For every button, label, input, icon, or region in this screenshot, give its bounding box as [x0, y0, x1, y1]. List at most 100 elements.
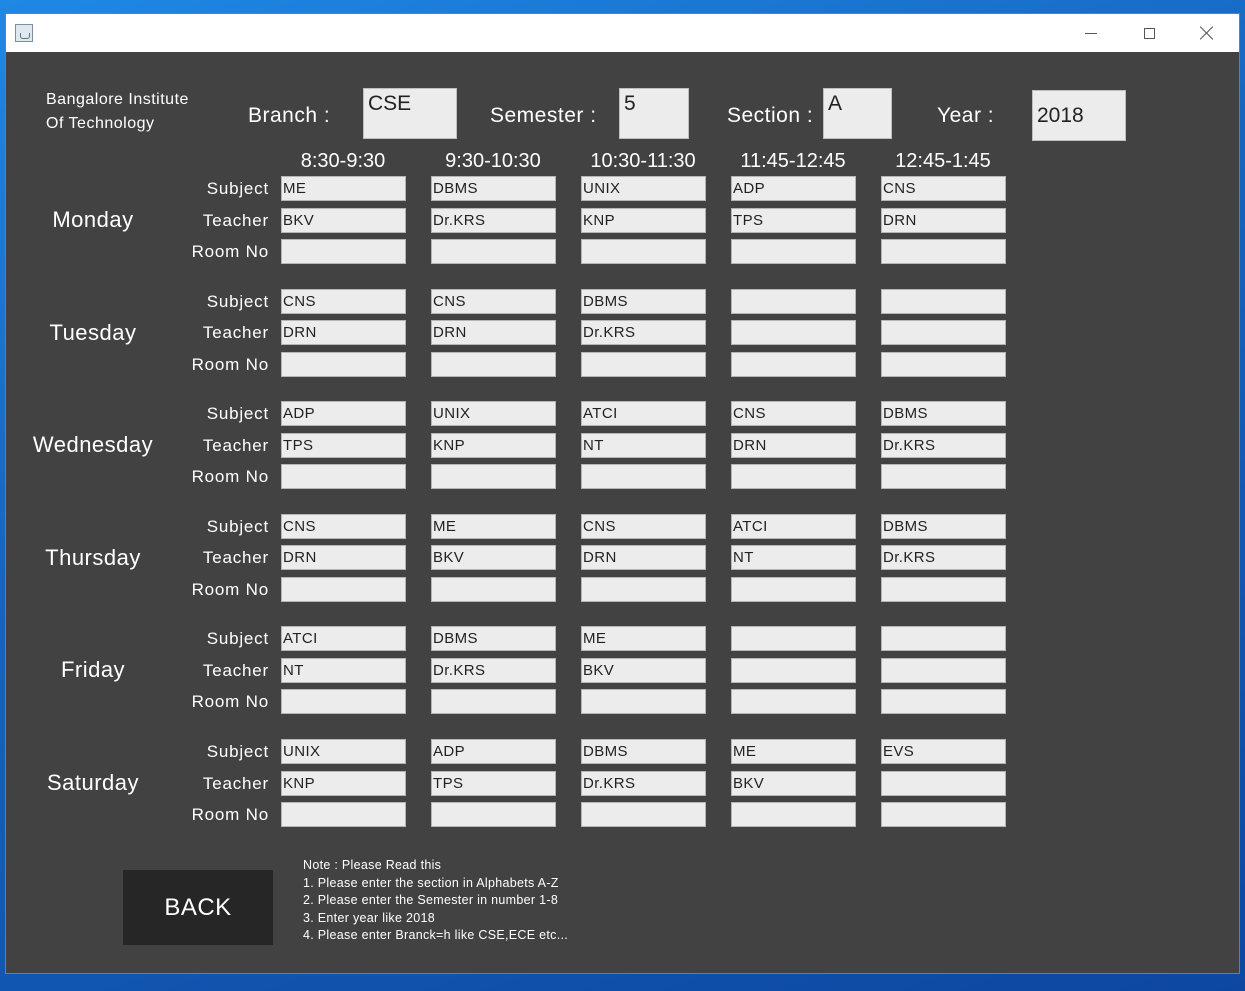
year-field[interactable]: 2018 [1032, 90, 1126, 141]
saturday-subject-field-3[interactable]: DBMS [581, 739, 706, 764]
friday-subject-field-5[interactable] [881, 626, 1006, 652]
monday-subject-field-4[interactable]: ADP [731, 176, 856, 201]
saturday-subject-field-1[interactable]: UNIX [281, 739, 406, 764]
monday-room-field-1[interactable] [281, 239, 406, 264]
wednesday-subject-field-2[interactable]: UNIX [431, 401, 556, 427]
wednesday-room-field-3[interactable] [581, 464, 706, 490]
thursday-room-field-4[interactable] [731, 576, 856, 602]
thursday-teacher-field-4[interactable]: NT [731, 545, 856, 571]
friday-room-field-5[interactable] [881, 689, 1006, 715]
thursday-teacher-field-3[interactable]: DRN [581, 545, 706, 571]
wednesday-teacher-field-5[interactable]: Dr.KRS [881, 432, 1006, 458]
friday-subject-field-1[interactable]: ATCI [281, 626, 406, 652]
thursday-teacher-field-5[interactable]: Dr.KRS [881, 545, 1006, 571]
tuesday-subject-field-3[interactable]: DBMS [581, 288, 706, 314]
saturday-teacher-field-5[interactable] [881, 770, 1006, 796]
wednesday-subject-field-5[interactable]: DBMS [881, 401, 1006, 427]
thursday-room-field-1[interactable] [281, 576, 406, 602]
monday-teacher-field-4[interactable]: TPS [731, 207, 856, 233]
wednesday-room-field-2[interactable] [431, 464, 556, 490]
saturday-subject-field-2[interactable]: ADP [431, 739, 556, 764]
day-label-thursday: Thursday [45, 544, 141, 570]
tuesday-room-field-2[interactable] [431, 351, 556, 377]
friday-teacher-field-4[interactable] [731, 657, 856, 683]
wednesday-subject-field-4[interactable]: CNS [731, 401, 856, 427]
monday-subject-field-2[interactable]: DBMS [431, 176, 556, 201]
monday-teacher-field-5[interactable]: DRN [881, 207, 1006, 233]
tuesday-teacher-field-3[interactable]: Dr.KRS [581, 320, 706, 346]
friday-teacher-field-3[interactable]: BKV [581, 657, 706, 683]
saturday-room-field-5[interactable] [881, 802, 1006, 827]
wednesday-teacher-field-4[interactable]: DRN [731, 432, 856, 458]
friday-subject-field-3[interactable]: ME [581, 626, 706, 652]
wednesday-teacher-field-2[interactable]: KNP [431, 432, 556, 458]
thursday-teacher-field-2[interactable]: BKV [431, 545, 556, 571]
thursday-room-field-2[interactable] [431, 576, 556, 602]
saturday-room-field-1[interactable] [281, 802, 406, 827]
friday-room-field-2[interactable] [431, 689, 556, 715]
wednesday-subject-field-3[interactable]: ATCI [581, 401, 706, 427]
wednesday-teacher-field-3[interactable]: NT [581, 432, 706, 458]
wednesday-room-field-1[interactable] [281, 464, 406, 490]
monday-room-field-2[interactable] [431, 239, 556, 264]
friday-room-field-3[interactable] [581, 689, 706, 715]
monday-room-field-5[interactable] [881, 239, 1006, 264]
monday-subject-field-1[interactable]: ME [281, 176, 406, 201]
saturday-teacher-field-2[interactable]: TPS [431, 770, 556, 796]
wednesday-subject-field-1[interactable]: ADP [281, 401, 406, 427]
tuesday-teacher-field-4[interactable] [731, 320, 856, 346]
thursday-room-field-3[interactable] [581, 576, 706, 602]
tuesday-teacher-field-1[interactable]: DRN [281, 320, 406, 346]
saturday-teacher-field-4[interactable]: BKV [731, 770, 856, 796]
saturday-teacher-field-1[interactable]: KNP [281, 770, 406, 796]
wednesday-room-field-4[interactable] [731, 464, 856, 490]
friday-teacher-field-1[interactable]: NT [281, 657, 406, 683]
tuesday-subject-field-2[interactable]: CNS [431, 288, 556, 314]
tuesday-room-field-3[interactable] [581, 351, 706, 377]
tuesday-subject-field-4[interactable] [731, 288, 856, 314]
saturday-subject-field-4[interactable]: ME [731, 739, 856, 764]
monday-room-field-3[interactable] [581, 239, 706, 264]
thursday-room-field-5[interactable] [881, 576, 1006, 602]
friday-room-field-1[interactable] [281, 689, 406, 715]
saturday-subject-field-5[interactable]: EVS [881, 739, 1006, 764]
tuesday-room-field-4[interactable] [731, 351, 856, 377]
institute-name: Bangalore Institute Of Technology [46, 91, 189, 132]
thursday-subject-field-5[interactable]: DBMS [881, 513, 1006, 539]
back-button[interactable]: BACK [123, 870, 273, 945]
friday-subject-field-2[interactable]: DBMS [431, 626, 556, 652]
tuesday-room-field-5[interactable] [881, 351, 1006, 377]
branch-field[interactable]: CSE [363, 88, 457, 139]
monday-teacher-field-2[interactable]: Dr.KRS [431, 207, 556, 233]
section-field[interactable]: A [823, 88, 892, 139]
saturday-room-field-3[interactable] [581, 802, 706, 827]
tuesday-teacher-field-5[interactable] [881, 320, 1006, 346]
friday-subject-field-4[interactable] [731, 626, 856, 652]
monday-room-field-4[interactable] [731, 239, 856, 264]
thursday-subject-field-3[interactable]: CNS [581, 513, 706, 539]
saturday-room-field-4[interactable] [731, 802, 856, 827]
maximize-button[interactable] [1120, 14, 1178, 52]
thursday-subject-field-1[interactable]: CNS [281, 513, 406, 539]
saturday-room-field-2[interactable] [431, 802, 556, 827]
tuesday-subject-field-5[interactable] [881, 288, 1006, 314]
wednesday-teacher-field-1[interactable]: TPS [281, 432, 406, 458]
close-button[interactable] [1178, 14, 1236, 52]
tuesday-teacher-field-2[interactable]: DRN [431, 320, 556, 346]
saturday-teacher-field-3[interactable]: Dr.KRS [581, 770, 706, 796]
minimize-button[interactable] [1062, 14, 1120, 52]
monday-subject-field-3[interactable]: UNIX [581, 176, 706, 201]
tuesday-subject-field-1[interactable]: CNS [281, 288, 406, 314]
wednesday-room-field-5[interactable] [881, 464, 1006, 490]
monday-teacher-field-1[interactable]: BKV [281, 207, 406, 233]
thursday-subject-field-2[interactable]: ME [431, 513, 556, 539]
friday-teacher-field-2[interactable]: Dr.KRS [431, 657, 556, 683]
friday-room-field-4[interactable] [731, 689, 856, 715]
monday-subject-field-5[interactable]: CNS [881, 176, 1006, 201]
thursday-teacher-field-1[interactable]: DRN [281, 545, 406, 571]
monday-teacher-field-3[interactable]: KNP [581, 207, 706, 233]
thursday-subject-field-4[interactable]: ATCI [731, 513, 856, 539]
semester-field[interactable]: 5 [619, 88, 689, 139]
friday-teacher-field-5[interactable] [881, 657, 1006, 683]
tuesday-room-field-1[interactable] [281, 351, 406, 377]
